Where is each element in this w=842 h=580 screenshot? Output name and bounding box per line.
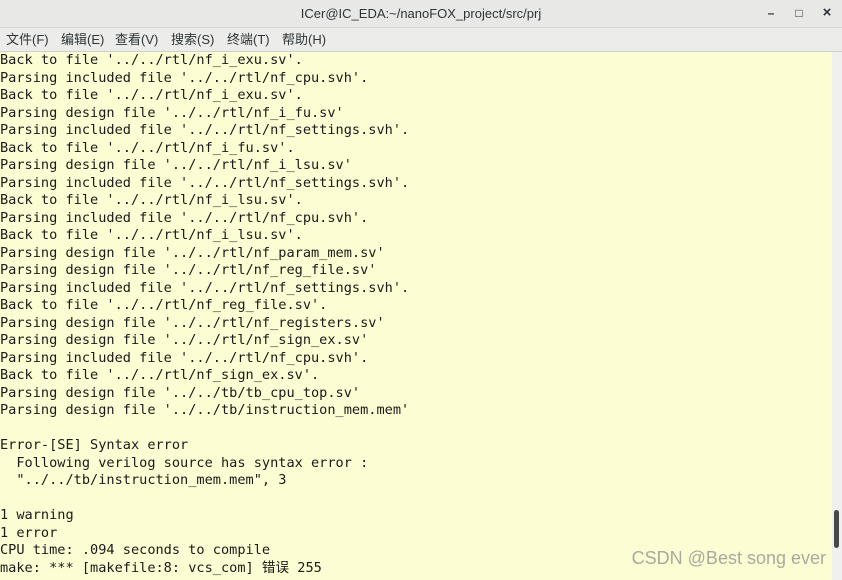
terminal-line: Parsing included file '../../rtl/nf_cpu.…: [0, 349, 369, 366]
menu-help[interactable]: 帮助(H): [282, 28, 326, 51]
menu-edit[interactable]: 编辑(E): [61, 28, 104, 51]
terminal-lines: Back to file '../../rtl/nf_i_exu.sv'. Par…: [0, 52, 409, 577]
minimize-button[interactable]: –: [760, 3, 782, 23]
terminal-line: Parsing design file '../../rtl/nf_param_…: [0, 244, 385, 261]
terminal-window: ICer@IC_EDA:~/nanoFOX_project/src/prj – …: [0, 0, 842, 580]
terminal-line: Back to file '../../rtl/nf_i_exu.sv'.: [0, 87, 303, 103]
window-title: ICer@IC_EDA:~/nanoFOX_project/src/prj: [300, 6, 542, 21]
terminal-line: "../../tb/instruction_mem.mem", 3: [0, 472, 287, 488]
vertical-scrollbar[interactable]: [832, 52, 842, 580]
terminal-line: Back to file '../../rtl/nf_sign_ex.sv'.: [0, 367, 320, 383]
terminal-line: Parsing included file '../../rtl/nf_cpu.…: [0, 69, 369, 86]
close-button[interactable]: ×: [816, 3, 838, 23]
terminal-line: Back to file '../../rtl/nf_i_lsu.sv'.: [0, 227, 303, 243]
menu-terminal[interactable]: 终端(T): [227, 28, 270, 51]
terminal-line: Parsing design file '../../rtl/nf_i_lsu.…: [0, 157, 352, 173]
menu-search[interactable]: 搜索(S): [171, 28, 214, 51]
menu-file[interactable]: 文件(F): [6, 28, 49, 51]
terminal-line: 1 error: [0, 524, 58, 541]
terminal-line: Parsing design file '../../rtl/nf_regist…: [0, 314, 385, 331]
terminal-line: CPU time: .094 seconds to compile: [0, 542, 271, 558]
scrollbar-thumb[interactable]: [834, 510, 839, 548]
menu-bar: 文件(F) 编辑(E) 查看(V) 搜索(S) 终端(T) 帮助(H): [0, 28, 842, 52]
terminal-output[interactable]: Back to file '../../rtl/nf_i_exu.sv'. Par…: [0, 52, 832, 580]
terminal-line: Parsing design file '../../tb/tb_cpu_top…: [0, 384, 361, 401]
terminal-line: 1 warning: [0, 507, 74, 523]
terminal-line: Parsing design file '../../rtl/nf_reg_fi…: [0, 262, 377, 278]
terminal-line: Following verilog source has syntax erro…: [0, 454, 369, 471]
terminal-line: Parsing included file '../../rtl/nf_sett…: [0, 279, 410, 296]
terminal-line: Error-[SE] Syntax error: [0, 437, 189, 453]
terminal-line: Parsing included file '../../rtl/nf_sett…: [0, 174, 410, 191]
terminal-line: Parsing included file '../../rtl/nf_cpu.…: [0, 209, 369, 226]
maximize-button[interactable]: □: [788, 3, 810, 23]
terminal-line: Parsing included file '../../rtl/nf_sett…: [0, 122, 410, 138]
terminal-line: Back to file '../../rtl/nf_i_lsu.sv'.: [0, 192, 303, 208]
title-bar[interactable]: ICer@IC_EDA:~/nanoFOX_project/src/prj – …: [0, 0, 842, 28]
terminal-line: Back to file '../../rtl/nf_reg_file.sv'.: [0, 297, 328, 313]
terminal-line: Back to file '../../rtl/nf_i_exu.sv'.: [0, 52, 303, 68]
watermark: CSDN @Best song ever: [631, 548, 826, 568]
terminal-line: Parsing design file '../../tb/instructio…: [0, 402, 410, 418]
terminal-line: Parsing design file '../../rtl/nf_sign_e…: [0, 332, 369, 348]
terminal-line: Parsing design file '../../rtl/nf_i_fu.s…: [0, 104, 344, 121]
terminal-line: Back to file '../../rtl/nf_i_fu.sv'.: [0, 139, 295, 156]
terminal-line: make: *** [makefile:8: vcs_com] 错误 255: [0, 559, 322, 576]
menu-view[interactable]: 查看(V): [115, 28, 158, 51]
